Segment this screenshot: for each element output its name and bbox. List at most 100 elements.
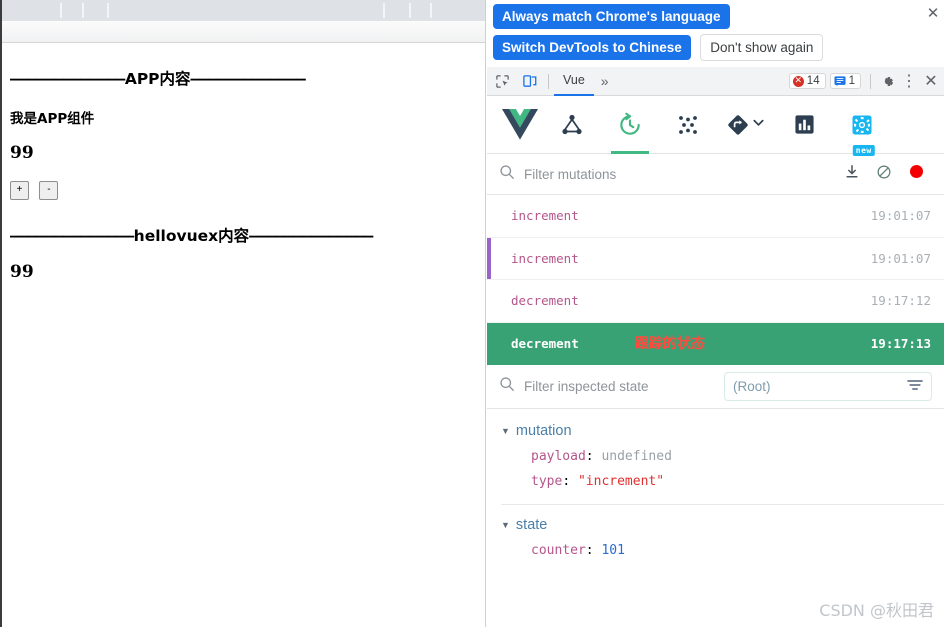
component-tree-icon xyxy=(560,113,584,137)
mutation-time: 19:17:12 xyxy=(871,293,931,308)
language-banner: Always match Chrome's language Switch De… xyxy=(487,0,944,67)
tree-node-label: mutation xyxy=(516,423,572,439)
app-heading-dash-left: ————————————— xyxy=(10,70,125,88)
tab-divider xyxy=(430,3,432,18)
vue-tab-timeline[interactable] xyxy=(601,96,659,154)
vue-tab-settings[interactable]: new xyxy=(833,96,891,154)
switch-devtools-language-button[interactable]: Switch DevTools to Chinese xyxy=(493,35,691,60)
mutation-name: decrement xyxy=(511,293,871,308)
caret-down-icon[interactable]: ▼ xyxy=(501,426,510,436)
search-icon xyxy=(499,164,515,185)
entry-value: undefined xyxy=(601,449,671,464)
message-count-label: 1 xyxy=(849,75,855,87)
table-row[interactable]: decrement 19:17:12 xyxy=(487,280,944,323)
app-heading-dash-right: ————————————— xyxy=(191,70,306,88)
vue-tab-statistics[interactable] xyxy=(775,96,833,154)
browser-tab-strip[interactable] xyxy=(2,0,485,21)
tab-divider xyxy=(107,3,109,18)
state-scope-value: (Root) xyxy=(733,379,771,394)
toolbar-divider xyxy=(548,74,549,89)
message-count-badge[interactable]: 1 xyxy=(830,73,861,89)
vue-tab-performance[interactable] xyxy=(659,96,717,154)
entry-value: "increment" xyxy=(578,474,664,489)
message-icon xyxy=(834,76,846,87)
app-component-label: 我是APP组件 xyxy=(10,107,477,127)
tab-divider xyxy=(383,3,385,18)
dont-show-again-button[interactable]: Don't show again xyxy=(700,34,823,61)
close-icon[interactable]: ✕ xyxy=(924,5,942,23)
state-scope-select[interactable]: (Root) xyxy=(724,372,932,401)
mutation-time: 19:01:07 xyxy=(871,208,931,223)
tree-divider xyxy=(501,504,944,505)
always-match-language-button[interactable]: Always match Chrome's language xyxy=(493,4,730,29)
error-icon: ✕ xyxy=(793,76,804,87)
decrement-button[interactable]: - xyxy=(39,181,58,200)
devtools-pane: Always match Chrome's language Switch De… xyxy=(487,0,944,627)
vue-logo-icon xyxy=(497,109,543,140)
tree-entry: counter: 101 xyxy=(531,538,944,563)
no-entry-icon[interactable] xyxy=(868,164,900,185)
mutation-name: increment xyxy=(511,251,871,266)
tab-divider xyxy=(60,3,62,18)
table-row[interactable]: increment 19:01:07 xyxy=(487,195,944,238)
annotation-label: 跟踪的状态 xyxy=(635,333,705,353)
download-icon[interactable] xyxy=(836,164,868,185)
devtools-tabbar: Vue » ✕ 14 1 ⋮ xyxy=(487,67,944,96)
caret-down-icon[interactable]: ▼ xyxy=(501,520,510,530)
mutation-time: 19:01:07 xyxy=(871,251,931,266)
entry-colon: : xyxy=(586,449,602,464)
device-toolbar-icon[interactable] xyxy=(516,68,543,95)
vuex-heading-dash-left: —————————————— xyxy=(10,227,134,245)
gear-icon xyxy=(851,114,873,136)
mutation-time: 19:17:13 xyxy=(871,336,931,351)
table-row[interactable]: decrement 跟踪的状态 19:17:13 xyxy=(487,323,944,366)
watermark: CSDN @秋田君 xyxy=(819,597,934,621)
app-heading-text: APP内容 xyxy=(125,70,191,88)
filter-inspected-state-input[interactable]: Filter inspected state xyxy=(524,379,724,394)
tree-node-mutation[interactable]: ▼ mutation xyxy=(501,423,944,439)
more-tabs-icon[interactable]: » xyxy=(594,73,616,89)
app-section-heading: —————————————APP内容————————————— xyxy=(10,67,477,89)
search-icon xyxy=(499,376,515,397)
vuex-counter-value: 99 xyxy=(10,262,477,282)
table-row[interactable]: increment 19:01:07 xyxy=(487,238,944,281)
dots-grid-icon xyxy=(677,114,699,136)
browser-page-pane: —————————————APP内容————————————— 我是APP组件 … xyxy=(0,0,486,627)
filter-mutations-input[interactable]: Filter mutations xyxy=(524,167,836,182)
increment-button[interactable]: + xyxy=(10,181,29,200)
vuex-section-heading: ——————————————hellovuex内容—————————————— xyxy=(10,224,477,246)
error-count-label: 14 xyxy=(807,75,820,87)
mutations-filter-row: Filter mutations xyxy=(487,154,944,195)
vue-tab-routing[interactable] xyxy=(717,96,775,154)
kebab-menu-icon[interactable]: ⋮ xyxy=(898,68,920,95)
error-count-badge[interactable]: ✕ 14 xyxy=(789,73,826,89)
inspected-state-tree: ▼ mutation payload: undefined type: "inc… xyxy=(487,409,944,563)
mutations-list: increment 19:01:07 increment 19:01:07 de… xyxy=(487,195,944,365)
record-dot-icon[interactable] xyxy=(900,165,932,183)
close-devtools-icon[interactable]: ✕ xyxy=(920,68,942,95)
vuex-heading-text: hellovuex内容 xyxy=(134,227,249,245)
tree-node-state[interactable]: ▼ state xyxy=(501,517,944,533)
vue-tab-components[interactable] xyxy=(543,96,601,154)
chevron-down-icon[interactable] xyxy=(752,116,765,134)
gear-icon[interactable] xyxy=(876,68,898,95)
screenshot-root: —————————————APP内容————————————— 我是APP组件 … xyxy=(0,0,944,627)
tab-divider xyxy=(82,3,84,18)
tab-vue[interactable]: Vue xyxy=(554,67,594,96)
inspected-state-filter-row: Filter inspected state (Root) xyxy=(487,365,944,409)
vue-panel-tabbar: new xyxy=(487,96,944,154)
browser-toolbar[interactable] xyxy=(2,21,485,43)
mutation-name: increment xyxy=(511,208,871,223)
page-content: —————————————APP内容————————————— 我是APP组件 … xyxy=(2,67,485,282)
vuex-heading-dash-right: —————————————— xyxy=(249,227,373,245)
inspect-element-icon[interactable] xyxy=(489,68,516,95)
app-counter-value: 99 xyxy=(10,143,477,163)
entry-colon: : xyxy=(586,543,602,558)
entry-colon: : xyxy=(562,474,578,489)
toolbar-divider xyxy=(870,74,871,89)
bar-chart-icon xyxy=(794,114,815,135)
tree-node-label: state xyxy=(516,517,547,533)
filter-lines-icon[interactable] xyxy=(907,378,923,395)
tree-entry: payload: undefined xyxy=(531,444,944,469)
entry-key: type xyxy=(531,474,562,489)
